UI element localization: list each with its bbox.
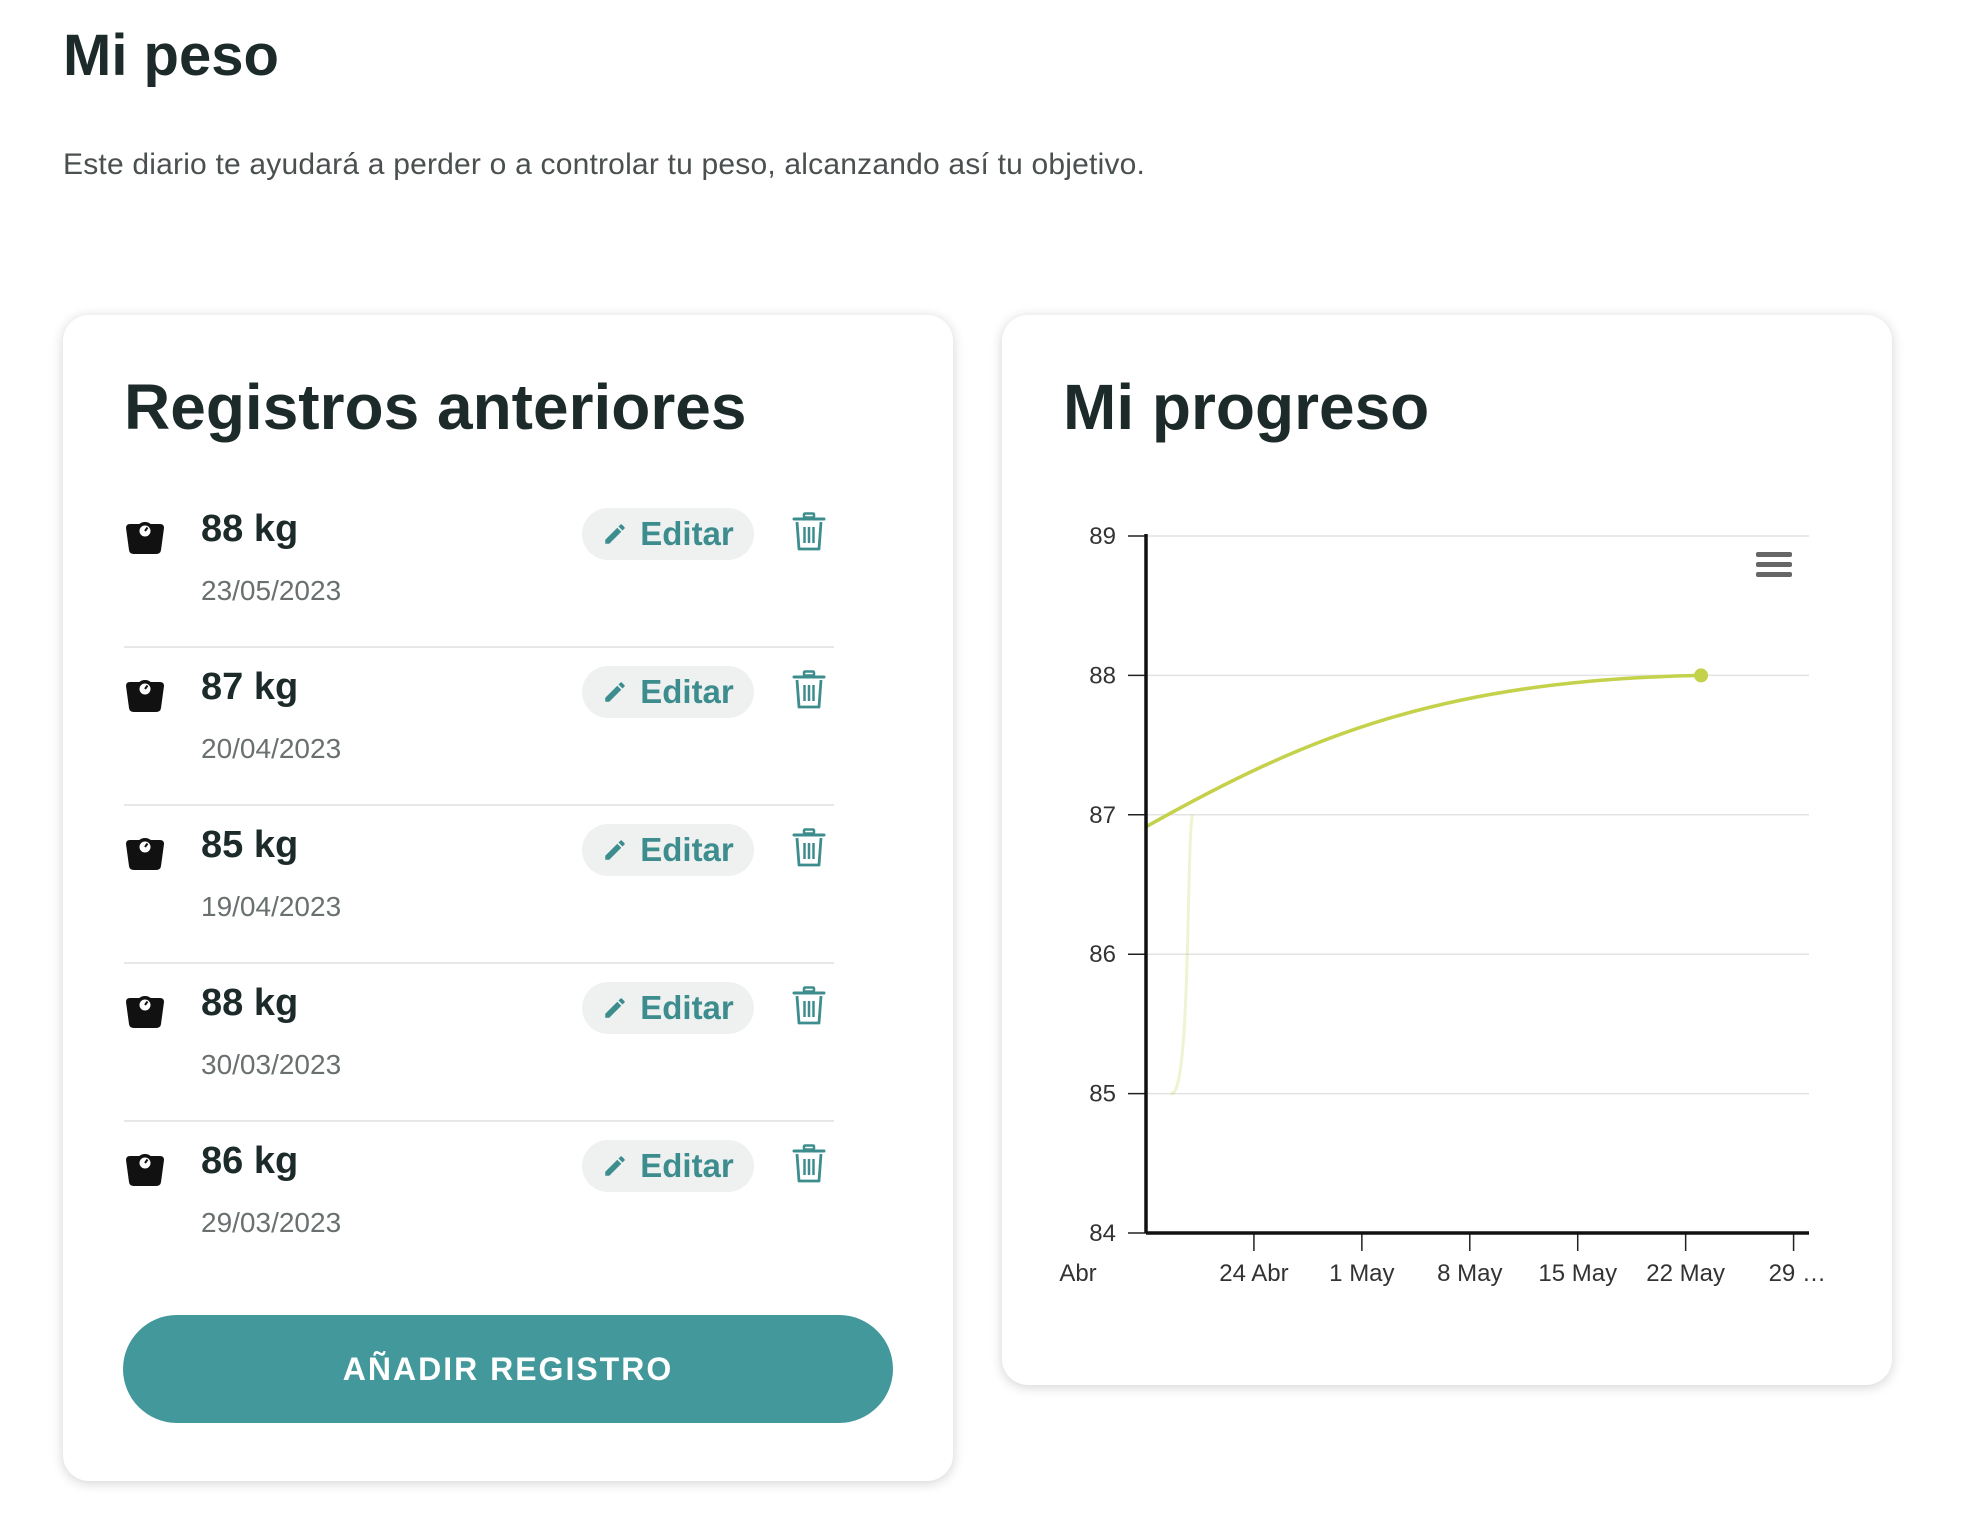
pencil-icon: [605, 1156, 625, 1176]
scale-icon: [126, 522, 164, 554]
x-tick-label: 8 May: [1437, 1260, 1502, 1287]
chart-y-axis-labels: 89 88 87 86 85 84: [1089, 523, 1116, 1247]
pencil-icon: [605, 840, 625, 860]
chart-series: [1145, 668, 1709, 1096]
record-weight: 86 kg: [201, 1140, 299, 1182]
trash-icon: [792, 986, 826, 1025]
series-line: [1145, 673, 1702, 829]
edit-record-button[interactable]: Editar: [582, 824, 754, 876]
record-item: 86 kg 29/03/2023 Editar: [124, 1122, 834, 1278]
chart-menu-button[interactable]: [1754, 548, 1794, 582]
page-title: Mi peso: [63, 23, 279, 88]
edit-label: Editar: [640, 831, 734, 868]
record-item: 85 kg 19/04/2023 Editar: [124, 806, 834, 964]
y-tick-label: 86: [1089, 941, 1116, 968]
record-item: 88 kg 23/05/2023 Editar: [124, 490, 834, 648]
x-tick-label: Abr: [1059, 1260, 1096, 1287]
record-date: 23/05/2023: [201, 575, 342, 606]
pencil-icon: [605, 524, 625, 544]
scale-icon: [126, 838, 164, 870]
hamburger-menu-icon: [1756, 552, 1792, 577]
x-tick-label: 15 May: [1538, 1260, 1617, 1287]
delete-record-button[interactable]: [792, 670, 826, 710]
edit-label: Editar: [640, 673, 734, 710]
record-item: 88 kg 30/03/2023 Editar: [124, 964, 834, 1122]
edit-label: Editar: [640, 989, 734, 1026]
data-point[interactable]: [1694, 668, 1709, 683]
chart-x-axis-labels: Abr 24 Abr 1 May 8 May 15 May 22 May 29 …: [1059, 1260, 1826, 1287]
delete-record-button[interactable]: [792, 1144, 826, 1184]
delete-record-button[interactable]: [792, 828, 826, 868]
progress-card: Mi progreso 89 88 87 86 85 84 Abr 24 Abr 1 May 8…: [1002, 315, 1892, 1385]
record-date: 19/04/2023: [201, 891, 342, 922]
trash-icon: [792, 1144, 826, 1183]
trash-icon: [792, 670, 826, 709]
trash-icon: [792, 828, 826, 867]
y-tick-label: 87: [1089, 802, 1116, 829]
record-date: 20/04/2023: [201, 733, 342, 764]
delete-record-button[interactable]: [792, 986, 826, 1026]
record-weight: 87 kg: [201, 666, 299, 708]
chart-axes: [1144, 534, 1809, 1235]
page-subtitle: Este diario te ayudará a perder o a cont…: [63, 148, 1146, 181]
x-tick-label: 22 May: [1646, 1260, 1725, 1287]
record-date: 29/03/2023: [201, 1207, 342, 1238]
x-tick-label: 1 May: [1329, 1260, 1394, 1287]
x-tick-label: 24 Abr: [1219, 1260, 1288, 1287]
records-card-title: Registros anteriores: [124, 371, 747, 443]
records-list: 88 kg 23/05/2023 Editar 87 kg 20/04/2023…: [124, 490, 834, 1278]
delete-record-button[interactable]: [792, 512, 826, 552]
trash-icon: [792, 512, 826, 551]
pencil-icon: [605, 682, 625, 702]
y-tick-label: 88: [1089, 662, 1116, 689]
y-tick-label: 85: [1089, 1081, 1116, 1108]
edit-record-button[interactable]: Editar: [582, 666, 754, 718]
edit-label: Editar: [640, 515, 734, 552]
chart-grid: [1128, 535, 1809, 1251]
scale-icon: [126, 680, 164, 712]
record-item: 87 kg 20/04/2023 Editar: [124, 648, 834, 806]
pencil-icon: [605, 998, 625, 1018]
scale-icon: [126, 996, 164, 1028]
x-tick-label: 29 …: [1769, 1260, 1826, 1287]
record-date: 30/03/2023: [201, 1049, 342, 1080]
record-weight: 88 kg: [201, 508, 299, 550]
y-tick-label: 84: [1089, 1220, 1116, 1247]
weight-chart: 89 88 87 86 85 84 Abr 24 Abr 1 May 8 May 15 May 22…: [1059, 523, 1826, 1287]
record-weight: 85 kg: [201, 824, 299, 866]
edit-record-button[interactable]: Editar: [582, 508, 754, 560]
add-record-button[interactable]: AÑADIR REGISTRO: [123, 1315, 893, 1423]
records-card: Registros anteriores 88 kg 23/05/2023 Ed…: [63, 315, 953, 1481]
edit-record-button[interactable]: Editar: [582, 1140, 754, 1192]
record-weight: 88 kg: [201, 982, 299, 1024]
edit-label: Editar: [640, 1147, 734, 1184]
y-tick-label: 89: [1089, 523, 1116, 550]
scale-icon: [126, 1154, 164, 1186]
edit-record-button[interactable]: Editar: [582, 982, 754, 1034]
